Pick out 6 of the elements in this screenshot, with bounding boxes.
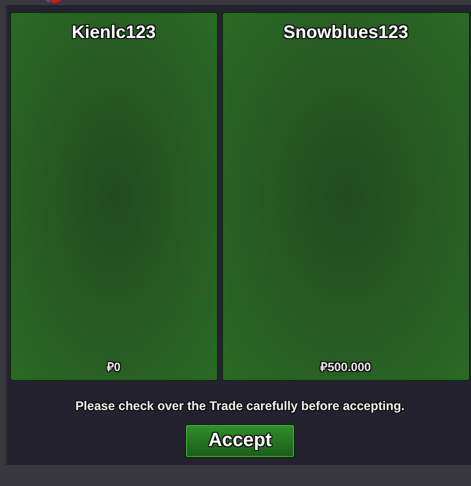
money-amount: ₽0 xyxy=(106,359,121,376)
player-name: Snowblues123 xyxy=(283,21,408,44)
accept-button[interactable]: Accept xyxy=(185,424,295,458)
money-amount: ₽500.000 xyxy=(320,359,371,376)
notice-text: Please check over the Trade carefully before accepting. xyxy=(75,398,405,415)
player-name: Kienlc123 xyxy=(72,21,156,44)
